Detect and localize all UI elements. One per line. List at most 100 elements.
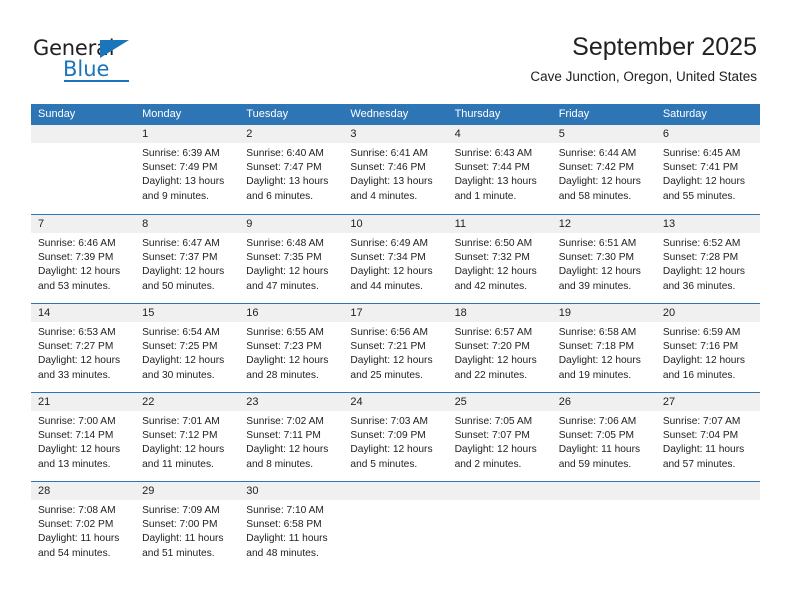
day-details: Sunrise: 6:58 AM Sunset: 7:18 PM Daylight:…	[552, 322, 656, 383]
calendar-day-cell-6[interactable]: 6 Sunrise: 6:45 AM Sunset: 7:41 PM Daylight…	[655, 125, 760, 214]
calendar-day-cell-30[interactable]: 30 Sunrise: 7:10 AM Sunset: 6:58 PM Dayligh…	[239, 482, 344, 570]
day-detail-line: Sunset: 7:32 PM	[454, 252, 530, 264]
calendar-day-cell-2[interactable]: 2 Sunrise: 6:40 AM Sunset: 7:47 PM Daylight…	[239, 125, 344, 214]
page-subtitle: Cave Junction, Oregon, United States	[530, 69, 757, 84]
day-detail-line: and 22 minutes.	[454, 369, 528, 381]
calendar-day-cell-21[interactable]: 21 Sunrise: 7:00 AM Sunset: 7:14 PM Dayligh…	[31, 393, 136, 481]
day-number	[551, 482, 656, 500]
day-number: 18	[447, 304, 552, 322]
day-detail-line: Daylight: 12 hours	[454, 444, 537, 456]
day-number: 19	[551, 304, 656, 322]
day-detail-line: Daylight: 12 hours	[38, 266, 121, 278]
calendar-week-row: 14 Sunrise: 6:53 AM Sunset: 7:27 PM Dayligh…	[31, 303, 760, 392]
calendar-day-cell-18[interactable]: 18 Sunrise: 6:57 AM Sunset: 7:20 PM Dayligh…	[447, 304, 552, 392]
day-details: Sunrise: 7:09 AM Sunset: 7:00 PM Daylight:…	[135, 500, 239, 561]
calendar-day-cell-4[interactable]: 4 Sunrise: 6:43 AM Sunset: 7:44 PM Daylight…	[447, 125, 552, 214]
calendar-day-cell-22[interactable]: 22 Sunrise: 7:01 AM Sunset: 7:12 PM Dayligh…	[135, 393, 240, 481]
calendar-day-cell-empty	[343, 482, 448, 570]
calendar-day-cell-12[interactable]: 12 Sunrise: 6:51 AM Sunset: 7:30 PM Dayligh…	[551, 215, 656, 303]
calendar-day-cell-28[interactable]: 28 Sunrise: 7:08 AM Sunset: 7:02 PM Dayligh…	[31, 482, 136, 570]
logo-text-blue: Blue	[63, 57, 110, 81]
calendar-day-cell-7[interactable]: 7 Sunrise: 6:46 AM Sunset: 7:39 PM Daylight…	[31, 215, 136, 303]
day-detail-line: and 57 minutes.	[662, 458, 736, 470]
day-detail-line: Sunrise: 7:10 AM	[246, 505, 324, 516]
calendar-day-cell-11[interactable]: 11 Sunrise: 6:50 AM Sunset: 7:32 PM Dayligh…	[447, 215, 552, 303]
day-detail-line: Daylight: 13 hours	[246, 176, 329, 188]
day-details: Sunrise: 6:50 AM Sunset: 7:32 PM Daylight:…	[448, 233, 552, 294]
day-details: Sunrise: 6:54 AM Sunset: 7:25 PM Daylight:…	[135, 322, 239, 383]
calendar-day-cell-5[interactable]: 5 Sunrise: 6:44 AM Sunset: 7:42 PM Daylight…	[551, 125, 656, 214]
day-detail-line: Daylight: 12 hours	[142, 266, 225, 278]
calendar-day-cell-26[interactable]: 26 Sunrise: 7:06 AM Sunset: 7:05 PM Dayligh…	[551, 393, 656, 481]
calendar-day-cell-29[interactable]: 29 Sunrise: 7:09 AM Sunset: 7:00 PM Dayligh…	[135, 482, 240, 570]
day-detail-line: Daylight: 12 hours	[454, 266, 537, 278]
day-detail-line: Sunrise: 7:05 AM	[454, 416, 533, 427]
day-detail-line: and 51 minutes.	[142, 547, 215, 559]
calendar-day-cell-25[interactable]: 25 Sunrise: 7:05 AM Sunset: 7:07 PM Dayligh…	[447, 393, 552, 481]
day-detail-line: and 16 minutes.	[662, 369, 736, 381]
weekday-header-sunday: Sunday	[38, 108, 76, 120]
weekday-header-tuesday: Tuesday	[246, 108, 289, 120]
day-number: 13	[655, 215, 760, 233]
day-number: 1	[135, 125, 240, 143]
day-details: Sunrise: 6:40 AM Sunset: 7:47 PM Daylight:…	[239, 143, 343, 204]
calendar-day-cell-empty	[447, 482, 552, 570]
day-details: Sunrise: 7:10 AM Sunset: 6:58 PM Daylight:…	[239, 500, 343, 561]
calendar-week-row: 21 Sunrise: 7:00 AM Sunset: 7:14 PM Dayligh…	[31, 392, 760, 481]
day-detail-line: Sunset: 6:58 PM	[246, 519, 322, 531]
general-blue-logo[interactable]: General Blue	[33, 36, 163, 84]
day-detail-line: Sunrise: 6:50 AM	[454, 238, 533, 249]
day-detail-line: Sunrise: 6:41 AM	[350, 148, 429, 159]
day-detail-line: and 4 minutes.	[350, 190, 418, 202]
day-number: 25	[447, 393, 552, 411]
day-detail-line: Daylight: 12 hours	[246, 266, 329, 278]
logo-underline	[64, 80, 129, 82]
day-detail-line: Sunset: 7:27 PM	[38, 341, 114, 353]
calendar-day-cell-1[interactable]: 1 Sunrise: 6:39 AM Sunset: 7:49 PM Daylight…	[135, 125, 240, 214]
calendar-day-cell-23[interactable]: 23 Sunrise: 7:02 AM Sunset: 7:11 PM Dayligh…	[239, 393, 344, 481]
day-detail-line: Daylight: 12 hours	[246, 355, 329, 367]
calendar-day-cell-19[interactable]: 19 Sunrise: 6:58 AM Sunset: 7:18 PM Dayligh…	[551, 304, 656, 392]
day-number: 27	[655, 393, 760, 411]
day-detail-line: Sunrise: 7:00 AM	[38, 416, 116, 427]
day-detail-line: Daylight: 12 hours	[662, 176, 745, 188]
day-details: Sunrise: 6:46 AM Sunset: 7:39 PM Daylight:…	[31, 233, 135, 294]
day-detail-line: Sunrise: 7:06 AM	[558, 416, 637, 427]
calendar-day-cell-20[interactable]: 20 Sunrise: 6:59 AM Sunset: 7:16 PM Dayligh…	[655, 304, 760, 392]
weekday-header-row: Sunday Monday Tuesday Wednesday Thursday Frid…	[31, 104, 760, 125]
calendar-day-cell-14[interactable]: 14 Sunrise: 6:53 AM Sunset: 7:27 PM Dayligh…	[31, 304, 136, 392]
calendar-day-cell-3[interactable]: 3 Sunrise: 6:41 AM Sunset: 7:46 PM Daylight…	[343, 125, 448, 214]
day-details: Sunrise: 6:45 AM Sunset: 7:41 PM Daylight:…	[656, 143, 760, 204]
calendar-day-cell-15[interactable]: 15 Sunrise: 6:54 AM Sunset: 7:25 PM Dayligh…	[135, 304, 240, 392]
calendar-day-cell-empty	[655, 482, 760, 570]
day-detail-line: Sunrise: 6:39 AM	[142, 148, 220, 159]
calendar-day-cell-17[interactable]: 17 Sunrise: 6:56 AM Sunset: 7:21 PM Dayligh…	[343, 304, 448, 392]
weekday-header-friday: Friday	[558, 108, 590, 120]
day-details: Sunrise: 7:08 AM Sunset: 7:02 PM Daylight:…	[31, 500, 135, 561]
day-detail-line: Sunset: 7:23 PM	[246, 341, 322, 353]
calendar-day-cell-10[interactable]: 10 Sunrise: 6:49 AM Sunset: 7:34 PM Dayligh…	[343, 215, 448, 303]
day-detail-line: Sunset: 7:42 PM	[558, 162, 635, 174]
day-detail-line: and 55 minutes.	[662, 190, 736, 202]
calendar-body: 1 Sunrise: 6:39 AM Sunset: 7:49 PM Daylight…	[31, 125, 760, 570]
day-detail-line: Daylight: 11 hours	[142, 533, 224, 545]
day-details: Sunrise: 6:49 AM Sunset: 7:34 PM Daylight:…	[343, 233, 447, 294]
day-detail-line: and 8 minutes.	[246, 458, 314, 470]
calendar-day-cell-24[interactable]: 24 Sunrise: 7:03 AM Sunset: 7:09 PM Dayligh…	[343, 393, 448, 481]
calendar-day-cell-16[interactable]: 16 Sunrise: 6:55 AM Sunset: 7:23 PM Dayligh…	[239, 304, 344, 392]
day-details: Sunrise: 6:57 AM Sunset: 7:20 PM Daylight:…	[448, 322, 552, 383]
day-details: Sunrise: 6:47 AM Sunset: 7:37 PM Daylight:…	[135, 233, 239, 294]
calendar-day-cell-empty	[31, 125, 136, 214]
day-details: Sunrise: 7:01 AM Sunset: 7:12 PM Daylight:…	[135, 411, 239, 472]
calendar-day-cell-13[interactable]: 13 Sunrise: 6:52 AM Sunset: 7:28 PM Dayligh…	[655, 215, 760, 303]
day-detail-line: Sunrise: 6:56 AM	[350, 327, 429, 338]
calendar-day-cell-9[interactable]: 9 Sunrise: 6:48 AM Sunset: 7:35 PM Daylight…	[239, 215, 344, 303]
calendar-day-cell-8[interactable]: 8 Sunrise: 6:47 AM Sunset: 7:37 PM Daylight…	[135, 215, 240, 303]
day-detail-line: Daylight: 11 hours	[246, 533, 328, 545]
day-detail-line: Sunrise: 6:40 AM	[246, 148, 324, 159]
day-detail-line: and 54 minutes.	[38, 547, 111, 559]
day-detail-line: and 59 minutes.	[558, 458, 632, 470]
day-detail-line: Sunrise: 6:59 AM	[662, 327, 741, 338]
day-details: Sunrise: 7:07 AM Sunset: 7:04 PM Daylight:…	[656, 411, 760, 472]
calendar-day-cell-27[interactable]: 27 Sunrise: 7:07 AM Sunset: 7:04 PM Dayligh…	[655, 393, 760, 481]
